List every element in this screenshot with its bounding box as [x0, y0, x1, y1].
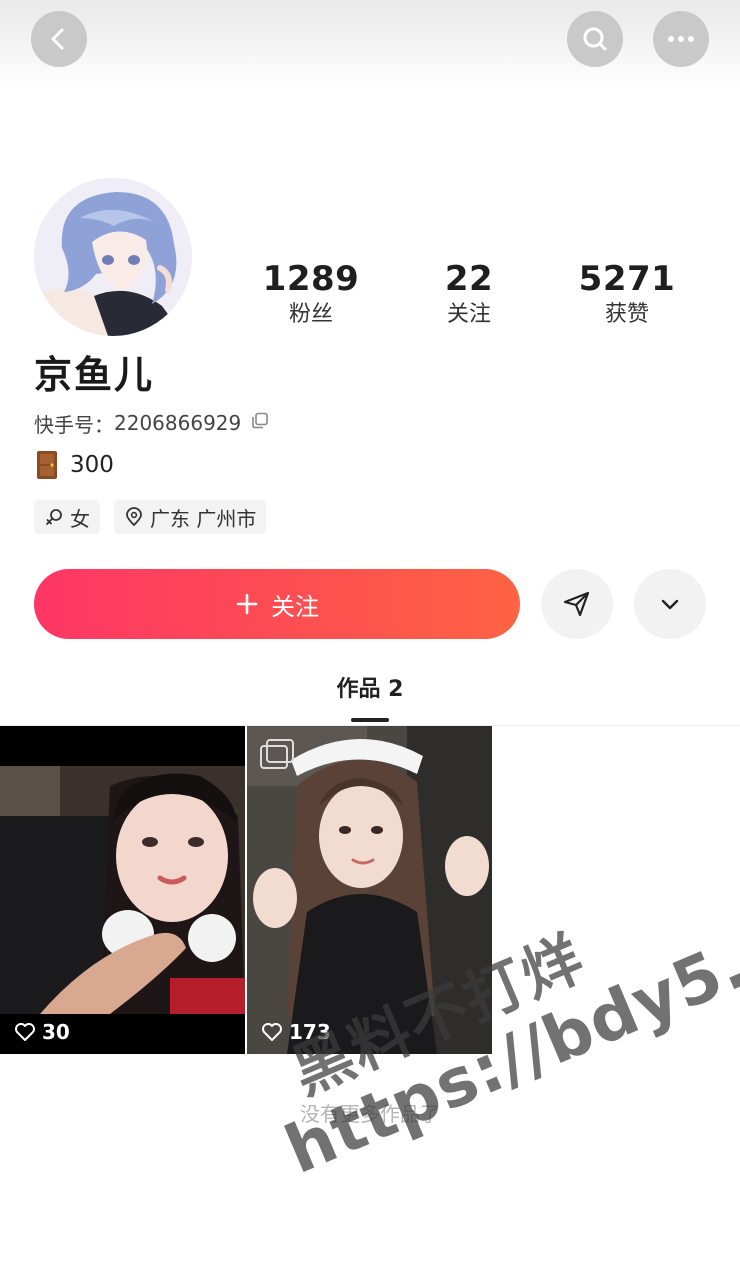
heart-icon — [15, 1023, 35, 1041]
location-text: 广东 广州市 — [150, 506, 257, 531]
stat-label: 获赞 — [604, 302, 649, 327]
send-icon — [563, 591, 590, 617]
work-thumbnail — [247, 726, 492, 1054]
gender-tag: 女 — [34, 500, 100, 534]
door-icon — [37, 451, 57, 479]
follow-label: 关注 — [271, 592, 319, 621]
message-button[interactable] — [541, 569, 613, 639]
copy-icon[interactable] — [251, 411, 269, 435]
female-icon — [46, 509, 62, 525]
chevron-left-icon — [51, 28, 64, 50]
avatar-illustration — [34, 178, 192, 336]
chevron-down-icon — [661, 599, 679, 610]
like-count-text: 173 — [289, 1020, 331, 1044]
no-more-works-text: 没有更多作品了 — [300, 1102, 440, 1126]
coin-count: 300 — [70, 452, 114, 478]
search-icon — [583, 27, 607, 51]
avatar[interactable] — [34, 178, 192, 336]
plus-icon — [236, 593, 258, 615]
tab-works[interactable]: 作品 2 — [0, 672, 740, 708]
more-button[interactable] — [653, 11, 709, 67]
follow-button[interactable]: 关注 — [34, 569, 520, 639]
location-tag: 广东 广州市 — [114, 500, 267, 534]
like-count-text: 30 — [42, 1020, 70, 1044]
more-horizontal-icon — [668, 36, 694, 42]
like-count: 30 — [14, 1020, 70, 1044]
work-thumbnail — [0, 726, 245, 1054]
top-bar — [0, 0, 740, 90]
kuaishou-id-value: 2206866929 — [114, 411, 242, 435]
coin-row: 300 — [34, 448, 114, 482]
stat-value: 5271 — [578, 259, 676, 299]
expand-button[interactable] — [634, 569, 706, 639]
stat-likes[interactable]: 5271 获赞 — [547, 258, 707, 330]
kuaishou-id-row: 快手号： 2206866929 — [34, 408, 269, 438]
like-count: 173 — [261, 1020, 331, 1044]
heart-icon — [262, 1023, 282, 1041]
work-tile[interactable]: 30 — [0, 726, 245, 1054]
kuaishou-id-label: 快手号： — [34, 412, 114, 437]
profile-name: 京鱼儿 — [34, 353, 155, 397]
tab-indicator — [351, 718, 389, 722]
stat-value: 22 — [444, 259, 494, 299]
stat-fans[interactable]: 1289 粉丝 — [231, 258, 391, 330]
stat-following[interactable]: 22 关注 — [389, 258, 549, 330]
back-button[interactable] — [31, 11, 87, 67]
gender-text: 女 — [70, 506, 90, 531]
location-pin-icon — [126, 507, 142, 527]
profile-tags: 女 广东 广州市 — [34, 500, 267, 534]
stat-value: 1289 — [262, 259, 360, 299]
stat-label: 粉丝 — [288, 302, 333, 327]
search-button[interactable] — [567, 11, 623, 67]
work-tile[interactable]: 173 — [247, 726, 492, 1054]
stat-label: 关注 — [446, 302, 491, 327]
